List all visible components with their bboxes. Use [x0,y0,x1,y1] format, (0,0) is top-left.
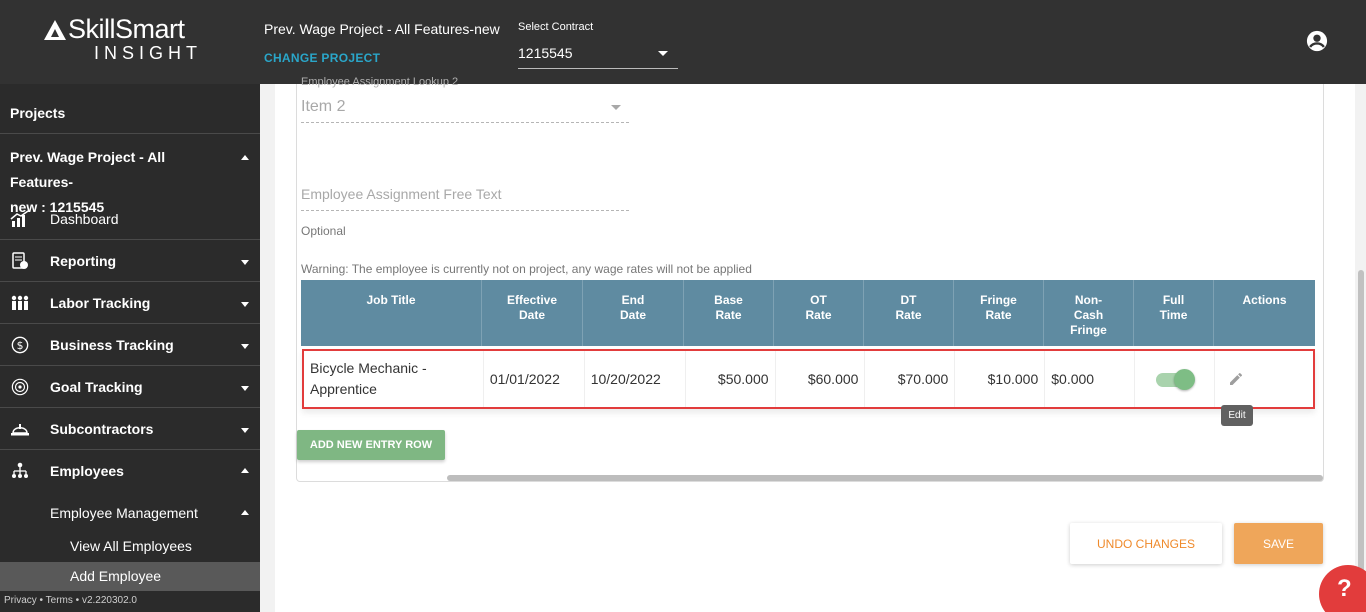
cell-actions [1215,351,1313,407]
sidebar-item-label: Business Tracking [50,337,174,353]
employee-assignment-lookup-select[interactable]: Item 2 [301,92,629,123]
sidebar-item-label: Subcontractors [50,421,154,437]
cell-job-title: Bicycle Mechanic - Apprentice [304,351,484,407]
table-row[interactable]: Bicycle Mechanic - Apprentice 01/01/2022… [302,349,1315,409]
column-header-effective-date: Effective Date [482,280,583,346]
column-header-non-cash-fringe: Non- Cash Fringe [1044,280,1134,346]
logo-triangle-icon [44,19,66,40]
change-project-link[interactable]: CHANGE PROJECT [264,51,380,65]
sidebar-subitem-label: View All Employees [70,538,192,554]
org-chart-icon [12,462,28,478]
sidebar-item-view-all-employees[interactable]: View All Employees [0,532,260,562]
people-icon [11,295,29,310]
sidebar-item-goal-tracking[interactable]: Goal Tracking [0,366,260,408]
sidebar-footer-links[interactable]: Privacy • Terms • v2.220302.0 [0,591,260,612]
column-header-actions: Actions [1242,293,1287,307]
sidebar-projects-heading[interactable]: Projects [0,84,260,134]
chevron-down-icon [241,386,249,391]
select-contract-label: Select Contract [518,21,594,33]
column-header-dt-rate: DT Rate [864,280,954,346]
column-header-base-rate: Base Rate [684,280,774,346]
save-button[interactable]: SAVE [1234,523,1323,564]
logo-brand-text: SkillSmart [68,14,185,44]
sidebar-subitem-label: Add Employee [70,568,162,584]
dashboard-chart-icon [10,210,29,227]
cell-fringe-rate: $10.000 [955,351,1046,407]
chevron-up-icon [241,468,249,473]
target-icon [11,378,29,396]
current-project-title: Prev. Wage Project - All Features-new [264,21,500,37]
sidebar-item-add-employee[interactable]: Add Employee [0,562,260,592]
skillsmart-logo[interactable]: SkillSmart INSIGHT [44,14,219,66]
sidebar-item-employees[interactable]: Employees [0,450,260,492]
dollar-icon: $ [11,336,29,354]
add-new-entry-row-button[interactable]: ADD NEW ENTRY ROW [297,430,445,460]
table-header-row: Job Title Effective Date End Date Base Rate… [301,280,1315,346]
cell-non-cash-fringe: $0.000 [1045,351,1136,407]
sidebar: Projects Prev. Wage Project - All Featur… [0,84,260,612]
chevron-down-icon [241,302,249,307]
optional-hint: Optional [301,224,346,238]
cell-effective-date: 01/01/2022 [484,351,585,407]
cell-full-time [1135,351,1216,407]
chevron-down-icon [241,344,249,349]
sidebar-item-subcontractors[interactable]: Subcontractors [0,408,260,450]
sidebar-item-labor-tracking[interactable]: Labor Tracking [0,282,260,324]
report-icon [12,252,28,269]
column-header-ot-rate: OT Rate [774,280,864,346]
top-header: SkillSmart INSIGHT Prev. Wage Project - … [0,0,1366,84]
freetext-input[interactable] [301,178,629,202]
svg-text:$: $ [17,339,24,352]
sidebar-item-label: Reporting [50,253,117,269]
sidebar-item-label: Goal Tracking [50,379,143,395]
sidebar-project-name-line1: Prev. Wage Project - All Features- [10,149,166,190]
edit-button[interactable] [1225,368,1247,390]
sidebar-item-label: Employees [50,463,124,479]
lookup-field-label: Employee Assignment Lookup 2 [301,76,459,88]
cell-ot-rate: $60.000 [776,351,866,407]
column-header-end-date: End Date [583,280,684,346]
contract-select[interactable]: 1215545 [518,40,678,69]
full-time-toggle[interactable] [1155,369,1195,390]
sidebar-current-project[interactable]: Prev. Wage Project - All Features- new :… [0,134,260,215]
not-on-project-warning: Warning: The employee is currently not o… [301,262,752,276]
sidebar-subitem-label: Employee Management [50,505,198,521]
chevron-up-icon [241,155,249,160]
question-mark-icon: ? [1337,575,1352,602]
account-circle-icon[interactable] [1306,30,1328,52]
employee-assignment-freetext-field[interactable] [301,178,629,211]
toggle-knob [1173,369,1195,390]
column-header-full-time: Full Time [1134,280,1214,346]
sidebar-item-label: Dashboard [50,211,119,227]
contract-select-value: 1215545 [518,45,573,61]
chevron-down-icon [241,260,249,265]
chevron-up-icon [241,510,249,515]
hardhat-icon [11,424,29,436]
sidebar-item-employee-management[interactable]: Employee Management [0,492,260,532]
column-header-job-title: Job Title [301,280,482,346]
sidebar-item-business-tracking[interactable]: $ Business Tracking [0,324,260,366]
sidebar-item-label: Labor Tracking [50,295,151,311]
sidebar-item-reporting[interactable]: Reporting [0,240,260,282]
edit-tooltip: Edit [1221,405,1253,426]
cell-base-rate: $50.000 [686,351,776,407]
undo-changes-button[interactable]: UNDO CHANGES [1070,523,1222,564]
logo-sub-text: INSIGHT [94,43,203,63]
cell-dt-rate: $70.000 [865,351,956,407]
chevron-down-icon [611,105,621,110]
table-horizontal-scrollbar-thumb[interactable] [447,475,1323,481]
chevron-down-icon [658,51,668,56]
wage-rates-table: Job Title Effective Date End Date Base Rate… [301,280,1315,409]
sidebar-item-dashboard[interactable]: Dashboard [0,198,260,240]
cell-end-date: 10/20/2022 [585,351,686,407]
page-scrollbar-thumb[interactable] [1358,270,1364,612]
column-header-fringe-rate: Fringe Rate [954,280,1044,346]
chevron-down-icon [241,428,249,433]
lookup-select-value: Item 2 [301,98,346,115]
pencil-icon [1230,372,1243,385]
